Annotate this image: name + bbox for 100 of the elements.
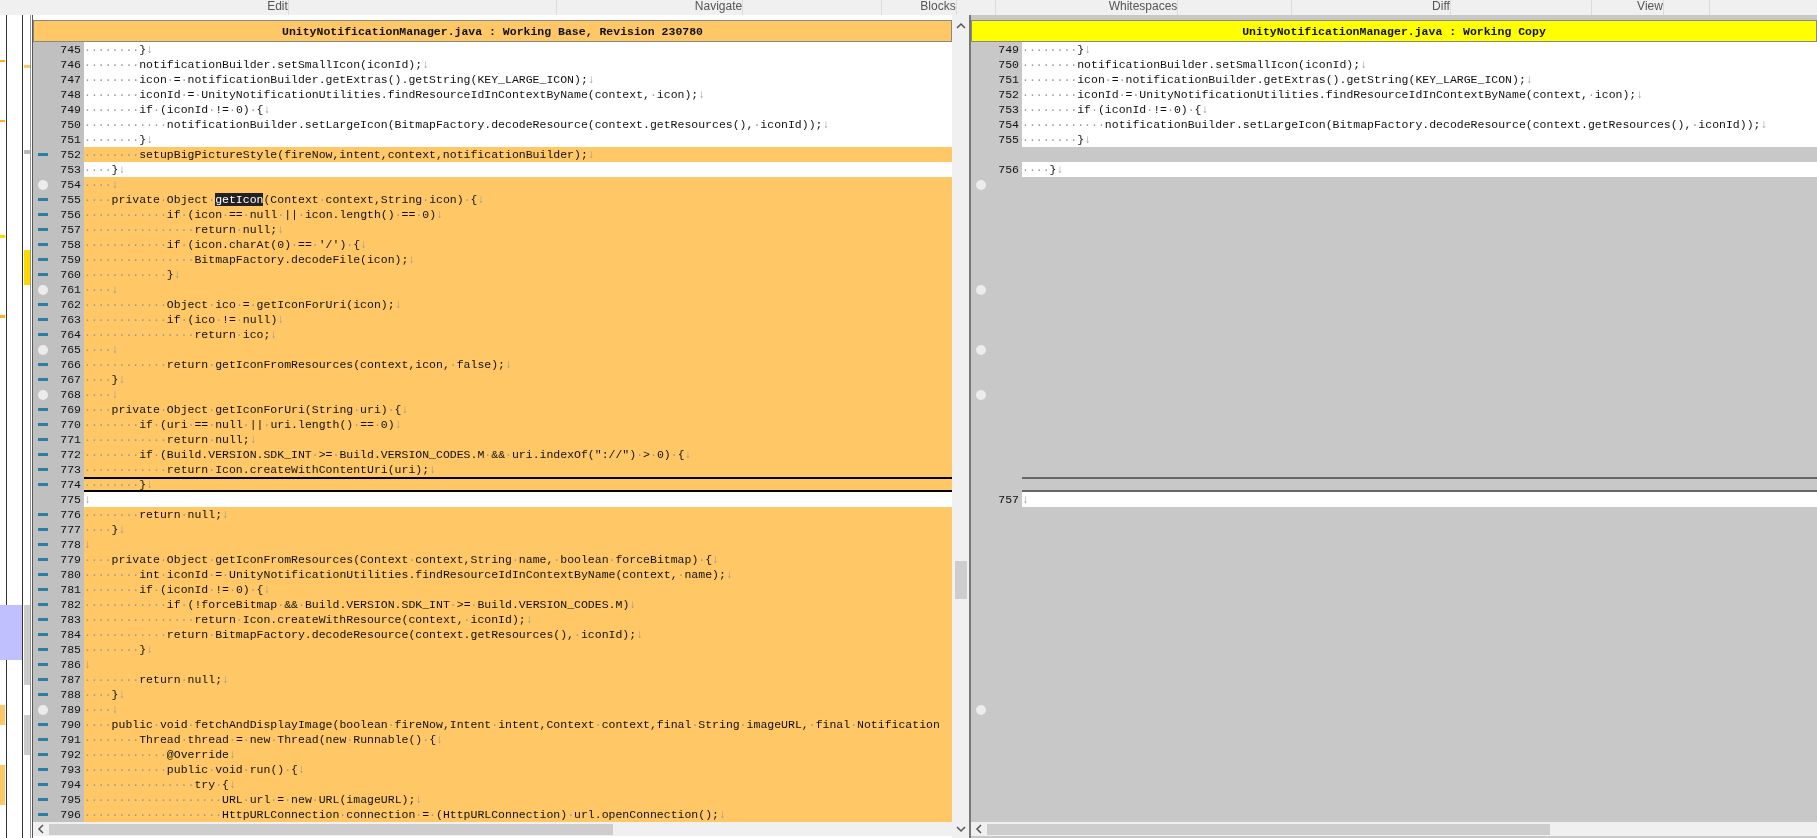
code-line: ····↓ bbox=[84, 342, 119, 357]
change-marker-icon bbox=[38, 558, 48, 561]
line-number: 754 bbox=[59, 177, 82, 192]
code-line: ············return·BitmapFactory.decodeResource(context.getResources(),·iconId);↓ bbox=[84, 627, 644, 642]
line-number: 750 bbox=[997, 57, 1020, 72]
code-line: ····}↓ bbox=[1022, 162, 1064, 177]
change-marker-icon bbox=[38, 228, 48, 231]
scroll-left-icon[interactable] bbox=[36, 824, 46, 834]
code-line: ········iconId·=·UnityNotificationUtilities.findResourceIdInContextByName(context,·icon);↓ bbox=[84, 87, 706, 102]
change-marker-icon bbox=[38, 378, 48, 381]
code-line: ····}↓ bbox=[84, 687, 126, 702]
line-number: 767 bbox=[59, 372, 82, 387]
line-number: 778 bbox=[59, 537, 82, 552]
circle-marker-icon bbox=[976, 284, 986, 295]
code-line: ········if·(iconId·!=·0)·{↓ bbox=[84, 582, 271, 597]
line-number: 788 bbox=[59, 687, 82, 702]
change-marker-icon bbox=[38, 738, 48, 741]
change-marker-icon bbox=[38, 798, 48, 801]
change-marker-icon bbox=[38, 333, 48, 336]
scroll-up-icon[interactable] bbox=[955, 21, 966, 31]
circle-marker-icon bbox=[976, 344, 986, 355]
code-line: ····private·Object·getIconFromResources(Context·context,String·name,·boolean·forceBitmap)·{↓ bbox=[84, 552, 719, 567]
line-number: 781 bbox=[59, 582, 82, 597]
scrollbar-thumb[interactable] bbox=[954, 561, 967, 599]
code-line: ················return·Icon.createWithResource(context,·iconId);↓ bbox=[84, 612, 533, 627]
change-marker-icon bbox=[38, 693, 48, 696]
code-line: ········}↓ bbox=[84, 132, 154, 147]
line-number: 777 bbox=[59, 522, 82, 537]
line-number: 755 bbox=[997, 132, 1020, 147]
code-line: ············notificationBuilder.setLargeIcon(BitmapFactory.decodeResource(context.getResources(),·iconId));↓ bbox=[84, 117, 830, 132]
code-line: ····················URL·url·=·new·URL(imageURL);↓ bbox=[84, 792, 423, 807]
code-line: ····private·Object·getIcon(Context·context,String·icon)·{↓ bbox=[84, 192, 485, 207]
code-line: ········if·(Build.VERSION.SDK_INT·>=·Build.VERSION_CODES.M·&&·uri.indexOf("://")·>·0)·{↓ bbox=[84, 447, 692, 462]
code-line: ····}↓ bbox=[84, 162, 126, 177]
line-number: 790 bbox=[59, 717, 82, 732]
circle-marker-icon bbox=[976, 179, 986, 190]
line-number: 783 bbox=[59, 612, 82, 627]
circle-marker-icon bbox=[38, 344, 48, 355]
scroll-down-icon[interactable] bbox=[955, 824, 966, 834]
change-marker-icon bbox=[38, 588, 48, 591]
code-line: ········}↓ bbox=[84, 642, 154, 657]
line-number: 772 bbox=[59, 447, 82, 462]
line-number: 760 bbox=[59, 267, 82, 282]
code-line: ····}↓ bbox=[84, 372, 126, 387]
code-line: ····················HttpURLConnection·connection·=·(HttpURLConnection)·url.openConnection();↓ bbox=[84, 807, 726, 822]
line-number: 752 bbox=[997, 87, 1020, 102]
line-number: 745 bbox=[59, 42, 82, 57]
change-marker-icon bbox=[38, 783, 48, 786]
line-number: 756 bbox=[59, 207, 82, 222]
change-marker-icon bbox=[38, 753, 48, 756]
horizontal-scrollbar[interactable] bbox=[971, 822, 1817, 836]
change-marker-icon bbox=[38, 468, 48, 471]
line-number: 771 bbox=[59, 432, 82, 447]
line-number: 776 bbox=[59, 507, 82, 522]
scrollbar-thumb[interactable] bbox=[987, 823, 1550, 835]
line-number: 751 bbox=[59, 132, 82, 147]
code-line: ········notificationBuilder.setSmallIcon(iconId);↓ bbox=[84, 57, 430, 72]
change-marker-icon bbox=[38, 513, 48, 516]
change-marker-icon bbox=[38, 768, 48, 771]
code-line: ↓ bbox=[84, 492, 91, 507]
line-number: 784 bbox=[59, 627, 82, 642]
code-line: ············return·null;↓ bbox=[84, 432, 257, 447]
change-marker-icon bbox=[38, 213, 48, 216]
line-number: 786 bbox=[59, 657, 82, 672]
code-line: ········}↓ bbox=[84, 477, 154, 492]
code-line: ············if·(icon·==·null·||·icon.length()·==·0)↓ bbox=[84, 207, 443, 222]
code-line: ········int·iconId·=·UnityNotificationUtilities.findResourceIdInContextByName(context,·name);↓ bbox=[84, 567, 733, 582]
line-number: 749 bbox=[59, 102, 82, 117]
code-line: ····private·Object·getIconForUri(String·uri)·{↓ bbox=[84, 402, 409, 417]
change-marker-icon bbox=[38, 603, 48, 606]
circle-marker-icon bbox=[38, 389, 48, 400]
line-number: 785 bbox=[59, 642, 82, 657]
line-number: 750 bbox=[59, 117, 82, 132]
code-line: ↓ bbox=[1022, 492, 1029, 507]
horizontal-scrollbar[interactable] bbox=[33, 822, 952, 836]
line-number: 787 bbox=[59, 672, 82, 687]
line-number: 794 bbox=[59, 777, 82, 792]
change-marker-icon bbox=[38, 423, 48, 426]
line-number: 758 bbox=[59, 237, 82, 252]
code-line: ········notificationBuilder.setSmallIcon(iconId);↓ bbox=[1022, 57, 1368, 72]
scroll-left-icon[interactable] bbox=[974, 824, 984, 834]
code-line: ····↓ bbox=[84, 387, 119, 402]
pane-title: UnityNotificationManager.java : Working Base, Revision 230780 bbox=[33, 20, 952, 42]
change-marker-icon bbox=[38, 573, 48, 576]
line-number: 789 bbox=[59, 702, 82, 717]
code-line: ········return·null;↓ bbox=[84, 672, 229, 687]
circle-marker-icon bbox=[38, 284, 48, 295]
line-number: 749 bbox=[997, 42, 1020, 57]
line-number: 757 bbox=[59, 222, 82, 237]
change-marker-icon bbox=[38, 198, 48, 201]
code-line: ············public·void·run()·{↓ bbox=[84, 762, 305, 777]
scrollbar-thumb[interactable] bbox=[49, 823, 613, 835]
line-number: 756 bbox=[997, 162, 1020, 177]
line-number: 770 bbox=[59, 417, 82, 432]
line-number: 757 bbox=[997, 492, 1020, 507]
line-number: 765 bbox=[59, 342, 82, 357]
line-number: 782 bbox=[59, 597, 82, 612]
code-line: ↓ bbox=[84, 537, 91, 552]
change-marker-icon bbox=[38, 153, 48, 156]
change-marker-icon bbox=[38, 453, 48, 456]
